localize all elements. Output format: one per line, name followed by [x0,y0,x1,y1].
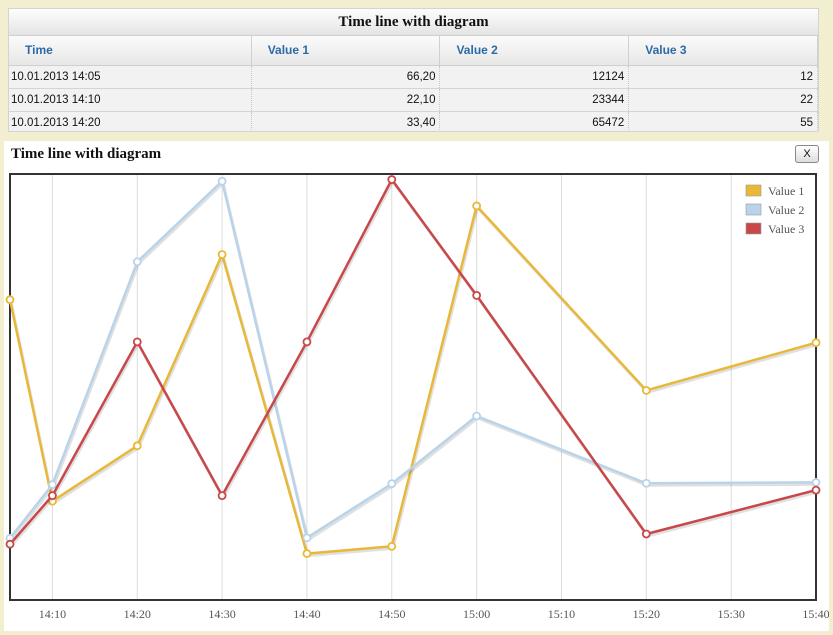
data-point [472,201,482,211]
cell-value1: 33,40 [252,112,441,131]
x-tick-label: 15:40 [802,607,829,621]
x-tick-label: 15:20 [633,607,660,621]
table-row[interactable]: 10.01.2013 14:05 66,20 12124 12 [9,66,818,89]
x-tick-label: 14:50 [378,607,405,621]
cell-value2: 12124 [440,66,630,88]
series-shadow [9,181,818,542]
data-point [132,257,142,267]
column-header-value3[interactable]: Value 3 [629,36,818,65]
series-line-3 [9,178,817,546]
data-point [387,541,397,551]
column-header-value1[interactable]: Value 1 [252,36,441,65]
data-point [472,411,482,421]
data-grid: Time line with diagram Time Value 1 Valu… [8,8,819,132]
data-point [5,539,15,549]
data-point [641,478,651,488]
cell-time: 10.01.2013 14:10 [9,89,252,111]
grid-header-row: Time Value 1 Value 2 Value 3 [9,36,818,66]
data-point [641,386,651,395]
x-tick-label: 15:30 [717,607,744,621]
cell-value1: 66,20 [252,66,441,88]
data-point [811,338,821,348]
column-header-time[interactable]: Time [9,36,252,65]
x-tick-label: 14:30 [208,607,235,621]
cell-value2: 65472 [440,112,630,131]
data-point [302,533,312,543]
legend-label: Value 1 [768,184,804,198]
plot-frame [9,173,817,601]
legend-label: Value 2 [768,203,804,217]
x-tick-label: 15:10 [548,607,575,621]
data-point [132,337,142,347]
data-point [302,337,312,347]
x-tick-label: 14:10 [39,607,66,621]
x-tick-label: 14:40 [293,607,320,621]
legend-swatch [745,184,762,197]
cell-value2: 23344 [440,89,630,111]
series-shadow [9,180,818,548]
line-chart: 14:10 14:20 14:30 14:40 14:50 15:00 15:10 15:20… [5,173,829,621]
legend-swatch [745,203,762,216]
data-point [132,441,142,451]
cell-time: 10.01.2013 14:05 [9,66,252,88]
cell-value3: 12 [629,66,818,88]
data-point [387,479,397,489]
data-point [302,549,312,558]
table-row[interactable]: 10.01.2013 14:10 22,10 23344 22 [9,89,818,112]
x-tick-label: 14:20 [124,607,151,621]
cell-value1: 22,10 [252,89,441,111]
data-point [472,291,482,300]
chart-dialog: Time line with diagram X 14:10 14:20 14:30… [4,141,829,631]
legend-label: Value 3 [768,222,804,236]
data-point [811,478,821,487]
data-point [217,176,227,186]
data-point [48,480,57,489]
data-point [387,175,397,184]
cell-value3: 55 [629,112,818,131]
data-point [641,529,651,539]
data-point [217,491,227,501]
grid-title: Time line with diagram [9,9,818,36]
data-point [217,250,227,259]
series-shadow [9,206,818,558]
data-point [811,485,821,495]
cell-value3: 22 [629,89,818,111]
data-point [5,295,15,305]
legend-swatch [745,222,762,235]
table-row[interactable]: 10.01.2013 14:20 33,40 65472 55 [9,112,818,131]
data-point [48,491,57,501]
cell-time: 10.01.2013 14:20 [9,112,252,131]
x-tick-label: 15:00 [463,607,490,621]
column-header-value2[interactable]: Value 2 [440,36,630,65]
